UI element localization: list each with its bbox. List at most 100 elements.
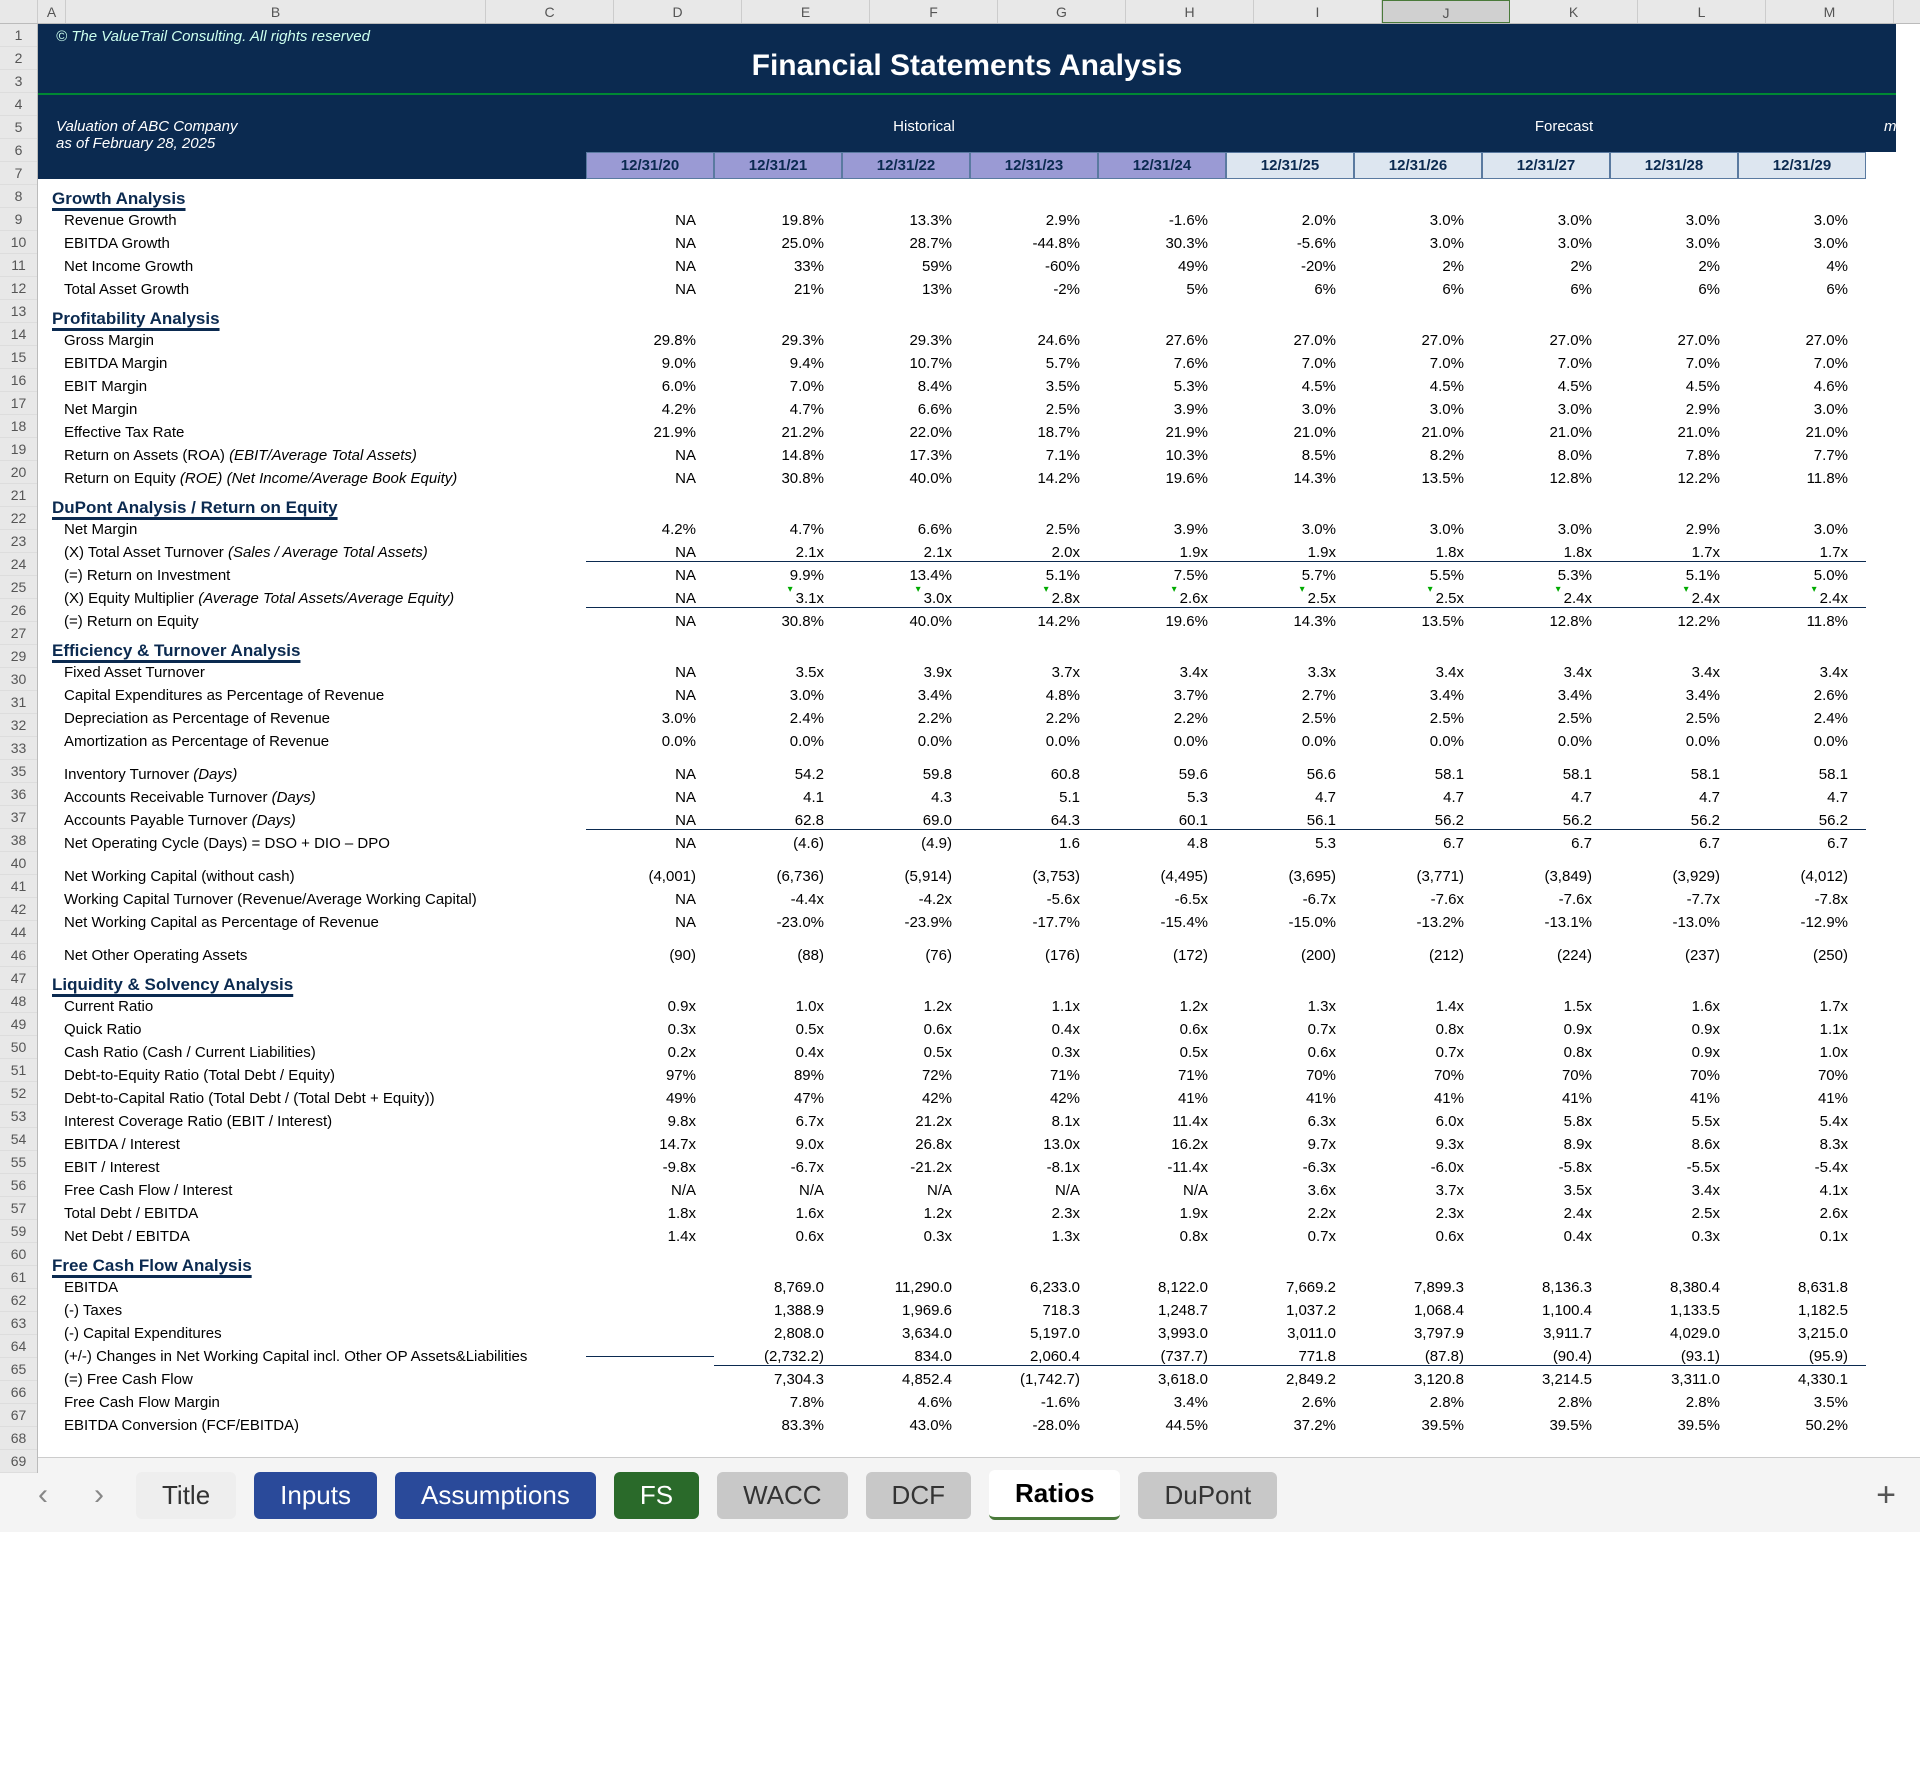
cell[interactable]: -4.2x [842,891,970,908]
cell[interactable]: 26.8x [842,1136,970,1153]
cell[interactable]: 12.8% [1482,470,1610,487]
cell[interactable]: (200) [1226,947,1354,964]
cell[interactable]: 1.9x [1098,1205,1226,1222]
cell[interactable]: 44.5% [1098,1417,1226,1434]
cell[interactable]: 2.2% [970,710,1098,727]
cell[interactable]: 3.0% [1482,212,1610,229]
cell[interactable]: 8.2% [1354,447,1482,464]
cell[interactable]: 4.5% [1482,378,1610,395]
cell[interactable]: 0.8x [1098,1228,1226,1245]
col-header-D[interactable]: D [614,0,742,23]
cell[interactable]: (93.1) [1610,1348,1738,1366]
cell[interactable]: 5.3% [1482,567,1610,584]
cell[interactable]: 0.3x [1610,1228,1738,1245]
col-header-J[interactable]: J [1382,0,1510,23]
cell[interactable]: N/A [586,1182,714,1199]
col-header-E[interactable]: E [742,0,870,23]
cell[interactable]: 0.0% [1354,733,1482,750]
cell[interactable]: 89% [714,1067,842,1084]
cell[interactable]: 7.0% [1354,355,1482,372]
cell[interactable]: -6.0x [1354,1159,1482,1176]
row-header-56[interactable]: 56 [0,1174,37,1197]
cell[interactable]: 19.6% [1098,470,1226,487]
tab-assumptions[interactable]: Assumptions [395,1472,596,1519]
cell[interactable]: -28.0% [970,1417,1098,1434]
row-header-30[interactable]: 30 [0,668,37,691]
cell[interactable]: 0.4x [1482,1228,1610,1245]
cell[interactable]: -44.8% [970,235,1098,252]
cell[interactable]: (88) [714,947,842,964]
cell[interactable]: 1.2x [842,998,970,1015]
cell[interactable]: 5.1% [1610,567,1738,584]
cell[interactable]: 8.0% [1482,447,1610,464]
cell[interactable]: 43.0% [842,1417,970,1434]
cell[interactable]: -11.4x [1098,1159,1226,1176]
cell[interactable]: 1.9x [1226,544,1354,562]
row-header-14[interactable]: 14 [0,323,37,346]
cell[interactable]: -13.1% [1482,914,1610,931]
cell[interactable]: 41% [1738,1090,1866,1107]
cell[interactable]: 1.0x [1738,1044,1866,1061]
cell[interactable]: 0.6x [1098,1021,1226,1038]
cell[interactable]: 11.8% [1738,470,1866,487]
row-header-20[interactable]: 20 [0,461,37,484]
cell[interactable]: 70% [1738,1067,1866,1084]
cell[interactable]: (4,495) [1098,868,1226,885]
cell[interactable]: 0.1x [1738,1228,1866,1245]
cell[interactable]: 3,215.0 [1738,1325,1866,1342]
cell[interactable]: 3.0% [1482,401,1610,418]
cell[interactable]: 5.7% [1226,567,1354,584]
row-header-48[interactable]: 48 [0,990,37,1013]
row-header-69[interactable]: 69 [0,1450,37,1473]
cell[interactable]: 56.2 [1738,812,1866,830]
cell[interactable]: 0.0% [1738,733,1866,750]
row-header-29[interactable]: 29 [0,645,37,668]
cell[interactable]: (3,695) [1226,868,1354,885]
cell[interactable]: 6,233.0 [970,1279,1098,1296]
cell[interactable]: 1,100.4 [1482,1302,1610,1319]
cell[interactable]: 0.7x [1226,1228,1354,1245]
cell[interactable]: 2.5% [970,521,1098,538]
row-header-66[interactable]: 66 [0,1381,37,1404]
cell[interactable]: -7.7x [1610,891,1738,908]
cell[interactable]: 6% [1610,281,1738,298]
tab-dupont[interactable]: DuPont [1138,1472,1277,1519]
cell[interactable]: 1.7x [1738,998,1866,1015]
cell[interactable]: -1.6% [1098,212,1226,229]
cell[interactable]: 2.8% [1610,1394,1738,1411]
cell[interactable]: 70% [1482,1067,1610,1084]
row-header-37[interactable]: 37 [0,806,37,829]
cell[interactable]: 12.2% [1610,613,1738,630]
row-header-42[interactable]: 42 [0,898,37,921]
cell[interactable]: 41% [1354,1090,1482,1107]
cell[interactable]: 41% [1098,1090,1226,1107]
cell[interactable]: 97% [586,1067,714,1084]
cell[interactable]: 13.4% [842,567,970,584]
cell[interactable]: 10.3% [1098,447,1226,464]
cell[interactable]: 4.8% [970,687,1098,704]
cell[interactable]: 5.7% [970,355,1098,372]
cell[interactable]: (176) [970,947,1098,964]
cell[interactable]: 5% [1098,281,1226,298]
cell[interactable]: ▾2.5x [1226,590,1354,608]
cell[interactable]: -17.7% [970,914,1098,931]
cell[interactable]: (4,001) [586,868,714,885]
cell[interactable]: 834.0 [842,1348,970,1366]
cell[interactable]: 5,197.0 [970,1325,1098,1342]
cell[interactable]: 8,136.3 [1482,1279,1610,1296]
cell[interactable]: -5.4x [1738,1159,1866,1176]
cell[interactable]: 3.0% [1226,521,1354,538]
cell[interactable]: 5.3 [1226,835,1354,852]
cell[interactable]: 6.7 [1738,835,1866,852]
cell[interactable]: 0.0% [714,733,842,750]
cell[interactable]: (3,849) [1482,868,1610,885]
cell[interactable]: 27.0% [1354,332,1482,349]
cell[interactable]: 4.7 [1354,789,1482,806]
cell[interactable]: 1.3x [1226,998,1354,1015]
cell[interactable]: 62.8 [714,812,842,830]
cell[interactable]: 70% [1226,1067,1354,1084]
cell[interactable]: 8.9x [1482,1136,1610,1153]
cell[interactable]: 7.0% [1610,355,1738,372]
cell[interactable]: 0.3x [586,1021,714,1038]
cell[interactable]: 14.2% [970,470,1098,487]
